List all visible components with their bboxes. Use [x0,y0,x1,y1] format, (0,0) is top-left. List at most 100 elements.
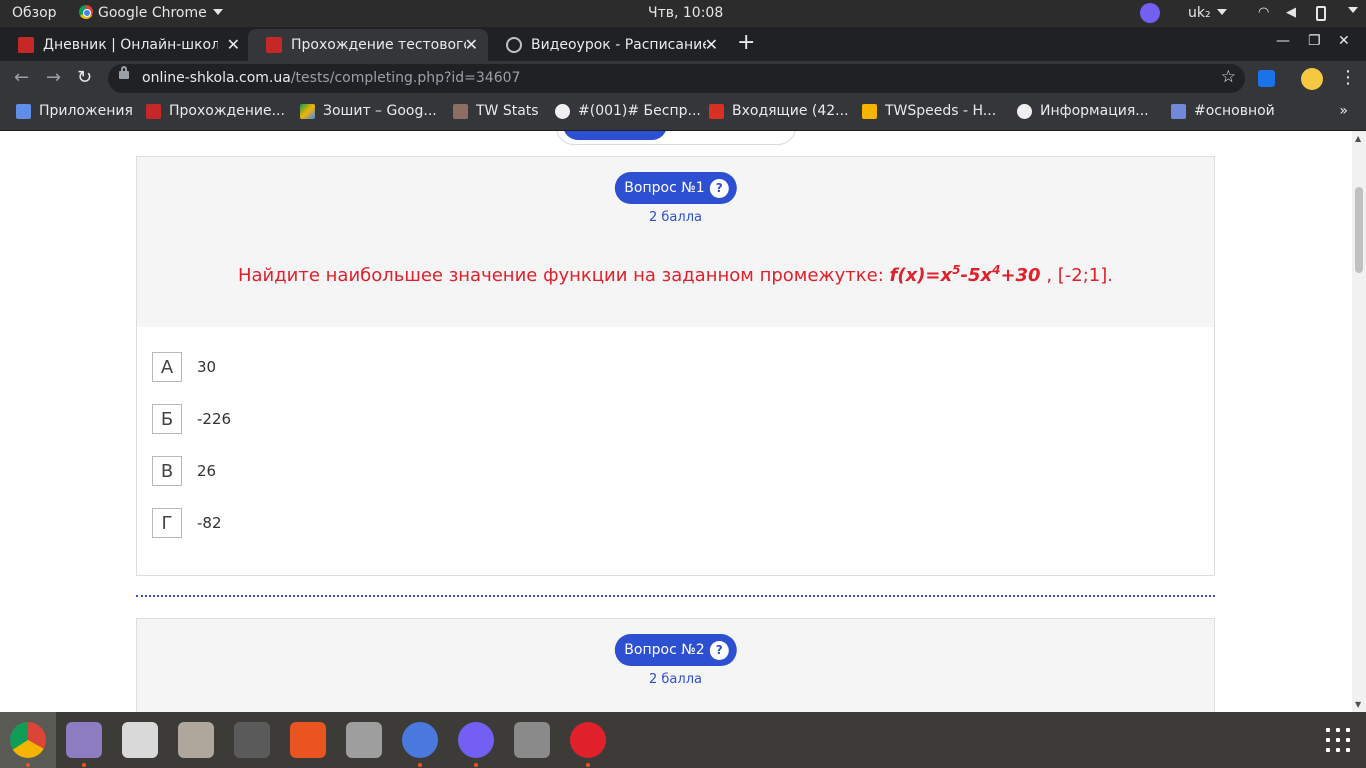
site-favicon-icon [266,37,282,53]
volume-icon[interactable]: ◀ [1286,5,1296,20]
tab-diary[interactable]: Дневник | Онлайн-школа ✕ [0,29,250,61]
test-nav-pill[interactable] [556,131,796,145]
site-favicon-icon [18,37,34,53]
bookmark-001[interactable]: #(001)# Беспр... [555,103,701,119]
running-indicator [474,763,478,767]
answer-option-c[interactable]: В 26 [152,456,216,486]
answer-value: 30 [197,358,217,376]
audio-player-dock-icon[interactable] [122,722,158,758]
keyboard-layout-indicator[interactable]: uk₂ [1188,5,1227,21]
maximize-button[interactable]: ❐ [1308,33,1321,49]
site-favicon-icon [1017,103,1032,119]
viber-tray-icon[interactable] [1140,3,1160,23]
close-icon[interactable]: ✕ [705,35,718,54]
answer-option-b[interactable]: Б -226 [152,404,231,434]
bookmark-label: #основной [1194,103,1275,119]
chrome-dock-icon[interactable] [10,722,46,758]
lock-icon[interactable] [119,66,129,79]
tab-title: Видеоурок - Расписание [531,37,706,53]
bookmark-star-icon[interactable]: ☆ [1221,67,1236,87]
formula-part: -5x [960,265,993,286]
answer-letter[interactable]: А [152,352,182,382]
question-interval: , [-2;1]. [1046,265,1114,286]
tab-video-lesson[interactable]: Видеоурок - Расписание ✕ [488,29,728,61]
apps-grid-icon [16,103,31,119]
back-button[interactable]: ← [14,67,29,88]
tab-title: Прохождение тестового [291,37,466,53]
page-scrollbar[interactable]: ▲ ▼ [1352,131,1366,712]
address-bar[interactable]: online-shkola.com.ua/tests/completing.ph… [108,64,1245,93]
chromium-dock-icon[interactable] [402,722,438,758]
forward-button[interactable]: → [46,67,61,88]
close-icon[interactable]: ✕ [227,35,240,54]
opera-dock-icon[interactable] [570,722,606,758]
settings-dock-icon[interactable] [514,722,550,758]
app-menu[interactable]: Google Chrome [79,5,223,21]
answer-option-d[interactable]: Г -82 [152,508,222,538]
answer-letter[interactable]: Б [152,404,182,434]
tab-test-completion[interactable]: Прохождение тестового ✕ [248,29,488,61]
scrollbar-thumb[interactable] [1355,187,1363,273]
wifi-icon[interactable]: ◠ [1258,5,1269,20]
system-top-bar: Обзор Google Chrome Чтв, 10:08 uk₂ ◠ ◀ [0,0,1366,27]
translate-extension-icon[interactable] [1258,70,1275,87]
page-viewport: Вопрос №1 ? 2 балла Найдите наибольшее з… [0,131,1352,712]
files-dock-icon[interactable] [178,722,214,758]
tab-title: Дневник | Онлайн-школа [43,37,218,53]
reload-button[interactable]: ↻ [77,67,92,88]
bookmark-inbox[interactable]: Входящие (42... [709,103,849,119]
chevron-down-icon [1348,7,1358,13]
answer-letter[interactable]: Г [152,508,182,538]
activities-button[interactable]: Обзор [12,5,57,21]
system-menu-chevron[interactable] [1342,3,1358,19]
battery-icon[interactable] [1316,6,1326,21]
camera-dock-icon[interactable] [346,722,382,758]
question-number: Вопрос №2 [624,642,705,658]
scroll-up-arrow-icon[interactable]: ▲ [1355,134,1361,143]
viber-dock-icon[interactable] [458,722,494,758]
url-path: /tests/completing.php?id=34607 [290,70,521,86]
close-icon[interactable]: ✕ [465,35,478,54]
answer-option-a[interactable]: А 30 [152,352,216,382]
bookmark-test[interactable]: Прохождение... [146,103,285,119]
software-center-dock-icon[interactable] [290,722,326,758]
profile-avatar[interactable] [1301,68,1323,90]
bookmark-tw-stats[interactable]: TW Stats [453,103,539,119]
clock[interactable]: Чтв, 10:08 [648,5,723,21]
bookmark-discord[interactable]: #основной [1171,103,1275,119]
bookmark-twspeeds[interactable]: TWSpeeds - H... [862,103,996,119]
browser-menu-icon[interactable]: ⋮ [1339,67,1357,88]
question-header: Вопрос №1 ? 2 балла Найдите наибольшее з… [137,157,1214,327]
answer-letter[interactable]: В [152,456,182,486]
new-tab-button[interactable]: + [737,30,755,55]
answer-value: -82 [197,514,222,532]
question-card-2: Вопрос №2 ? 2 балла [136,618,1215,712]
running-indicator [26,763,30,767]
scroll-down-arrow-icon[interactable]: ▼ [1355,700,1361,709]
help-icon[interactable]: ? [709,178,729,198]
question-divider [136,595,1215,597]
bookmark-label: Прохождение... [169,103,285,119]
bookmarks-overflow-button[interactable]: » [1339,103,1348,119]
formula-part: f(x)=x [889,265,953,286]
show-applications-icon[interactable] [1326,728,1350,752]
bookmark-google-drive[interactable]: Зошит – Goog... [300,103,437,119]
running-indicator [586,763,590,767]
question-prompt: Найдите наибольшее значение функции на з… [237,265,884,286]
site-favicon-icon [555,103,570,119]
bookmark-apps[interactable]: Приложения [16,103,133,119]
bookmark-info[interactable]: Информация... [1017,103,1149,119]
minimize-button[interactable]: — [1276,33,1290,49]
chevron-down-icon [1216,9,1227,15]
calculator-dock-icon[interactable] [234,722,270,758]
url-text[interactable]: online-shkola.com.ua/tests/completing.ph… [142,70,520,86]
test-nav-pill-active[interactable] [563,131,667,140]
window-close-button[interactable]: ✕ [1338,33,1350,49]
globe-icon [506,37,522,53]
help-icon[interactable]: ? [709,640,729,660]
bookmark-label: TW Stats [476,103,539,119]
image-viewer-dock-icon[interactable] [66,722,102,758]
question-text: Найдите наибольшее значение функции на з… [137,263,1214,286]
running-indicator [82,763,86,767]
question-card-1: Вопрос №1 ? 2 балла Найдите наибольшее з… [136,156,1215,576]
